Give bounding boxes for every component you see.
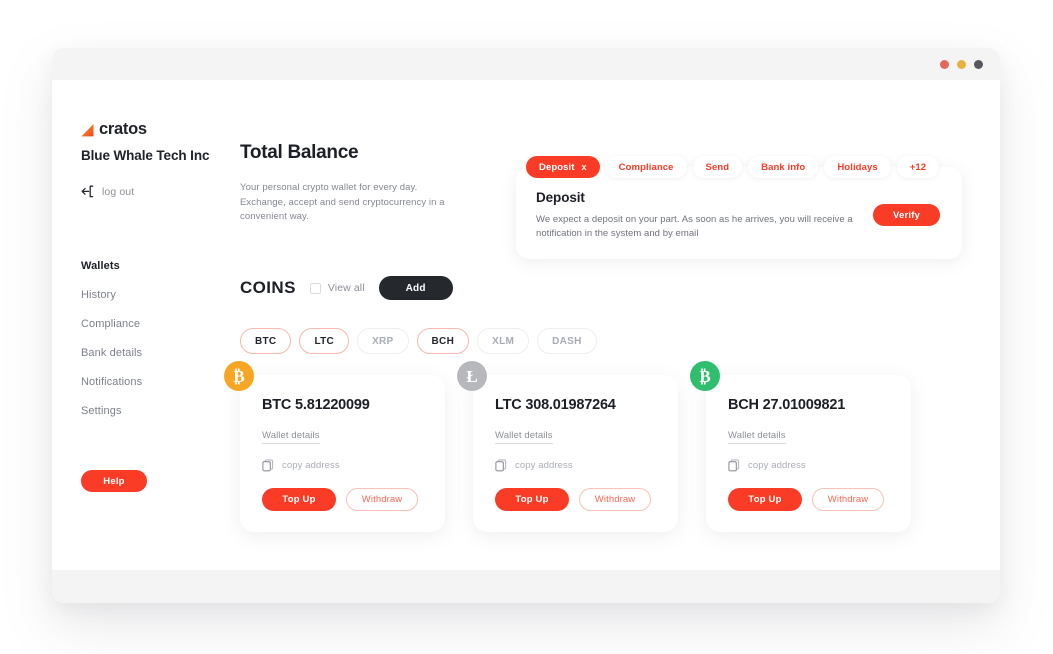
notification-title: Deposit xyxy=(536,190,585,205)
copy-address-label: copy address xyxy=(515,460,573,471)
chip-btc[interactable]: BTC xyxy=(240,328,292,354)
withdraw-button[interactable]: Withdraw xyxy=(812,488,884,511)
bitcoin-cash-icon: ₿ xyxy=(690,361,720,391)
window-footerbar xyxy=(52,570,1000,603)
add-coin-button[interactable]: Add xyxy=(378,276,453,300)
total-balance-block: Total Balance Your personal crypto walle… xyxy=(240,142,455,225)
wallet-amount: BTC 5.81220099 xyxy=(262,397,370,413)
sidebar-item-settings[interactable]: Settings xyxy=(81,397,231,426)
chip-bch[interactable]: BCH xyxy=(416,328,470,354)
sidebar-item-notifications[interactable]: Notifications xyxy=(81,368,231,397)
balance-description: Your personal crypto wallet for every da… xyxy=(240,182,445,222)
notification-tab-compliance[interactable]: Compliance xyxy=(605,156,687,178)
close-icon[interactable]: x xyxy=(582,162,587,172)
withdraw-button[interactable]: Withdraw xyxy=(579,488,651,511)
logout-label: log out xyxy=(102,185,135,198)
view-all-checkbox[interactable] xyxy=(309,282,321,294)
minimize-dot[interactable] xyxy=(957,60,966,69)
wallet-card: ₿ BTC 5.81220099 Wallet details copy add… xyxy=(224,361,445,532)
chip-xlm[interactable]: XLM xyxy=(477,328,530,354)
chip-ltc[interactable]: LTC xyxy=(299,328,350,354)
notification-text: We expect a deposit on your part. As soo… xyxy=(536,214,853,239)
logout-button[interactable]: log out xyxy=(81,185,134,198)
top-up-button[interactable]: Top Up xyxy=(728,488,802,511)
brand[interactable]: cratos xyxy=(81,120,147,139)
cratos-logo-icon xyxy=(81,124,96,137)
coin-filter-chips: BTC LTC XRP BCH XLM DASH xyxy=(240,328,597,354)
notification-tab-more[interactable]: +12 xyxy=(896,156,940,178)
sidebar: cratos Blue Whale Tech Inc log out Walle… xyxy=(81,80,256,570)
wallet-actions: Top Up Withdraw xyxy=(728,488,891,511)
wallet-actions: Top Up Withdraw xyxy=(495,488,658,511)
chip-dash[interactable]: DASH xyxy=(537,328,597,354)
notification-tab-send[interactable]: Send xyxy=(692,156,743,178)
notification-tab-holidays[interactable]: Holidays xyxy=(824,156,891,178)
copy-address-button[interactable]: copy address xyxy=(728,459,891,472)
wallet-amount: LTC 308.01987264 xyxy=(495,397,616,413)
copy-address-label: copy address xyxy=(748,460,806,471)
sidebar-nav: Wallets History Compliance Bank details … xyxy=(81,252,231,426)
wallet-details-link[interactable]: Wallet details xyxy=(262,430,320,444)
app-viewport: cratos Blue Whale Tech Inc log out Walle… xyxy=(52,80,1000,570)
copy-icon xyxy=(728,459,740,472)
top-up-button[interactable]: Top Up xyxy=(495,488,569,511)
notification-panel: Deposit x Compliance Send Bank info Holi… xyxy=(516,156,962,259)
copy-icon xyxy=(262,459,274,472)
withdraw-button[interactable]: Withdraw xyxy=(346,488,418,511)
close-dot[interactable] xyxy=(940,60,949,69)
app-window: cratos Blue Whale Tech Inc log out Walle… xyxy=(52,48,1000,603)
top-up-button[interactable]: Top Up xyxy=(262,488,336,511)
verify-button[interactable]: Verify xyxy=(873,204,940,226)
copy-address-label: copy address xyxy=(282,460,340,471)
maximize-dot[interactable] xyxy=(974,60,983,69)
logout-icon xyxy=(81,185,95,198)
view-all-label: View all xyxy=(327,282,365,294)
wallet-card-list: ₿ BTC 5.81220099 Wallet details copy add… xyxy=(224,361,911,532)
wallet-details-link[interactable]: Wallet details xyxy=(728,430,786,444)
notification-tab-deposit[interactable]: Deposit x xyxy=(526,156,600,178)
copy-address-button[interactable]: copy address xyxy=(262,459,425,472)
sidebar-item-compliance[interactable]: Compliance xyxy=(81,310,231,339)
copy-icon xyxy=(495,459,507,472)
wallet-card: Ł LTC 308.01987264 Wallet details copy a… xyxy=(457,361,678,532)
help-button[interactable]: Help xyxy=(81,470,147,492)
coins-title: COINS xyxy=(240,278,296,297)
wallet-card: ₿ BCH 27.01009821 Wallet details copy ad… xyxy=(690,361,911,532)
coins-header: COINS View all Add xyxy=(240,276,453,300)
wallet-amount: BCH 27.01009821 xyxy=(728,397,846,413)
notification-tab-bank-info[interactable]: Bank info xyxy=(748,156,819,178)
window-controls xyxy=(940,60,983,69)
notification-card: Deposit We expect a deposit on your part… xyxy=(516,167,962,259)
notification-tab-label: Deposit xyxy=(539,161,575,173)
company-name: Blue Whale Tech Inc xyxy=(81,148,210,163)
copy-address-button[interactable]: copy address xyxy=(495,459,658,472)
chip-xrp[interactable]: XRP xyxy=(357,328,409,354)
sidebar-item-bank-details[interactable]: Bank details xyxy=(81,339,231,368)
wallet-actions: Top Up Withdraw xyxy=(262,488,425,511)
brand-name: cratos xyxy=(99,120,147,138)
sidebar-item-wallets[interactable]: Wallets xyxy=(81,252,231,281)
page-title: Total Balance xyxy=(240,142,359,163)
window-titlebar xyxy=(52,48,1000,80)
view-all-toggle[interactable]: View all xyxy=(309,282,365,294)
wallet-details-link[interactable]: Wallet details xyxy=(495,430,553,444)
notification-tabs: Deposit x Compliance Send Bank info Holi… xyxy=(516,156,962,178)
bitcoin-icon: ₿ xyxy=(224,361,254,391)
litecoin-icon: Ł xyxy=(457,361,487,391)
sidebar-item-history[interactable]: History xyxy=(81,281,231,310)
